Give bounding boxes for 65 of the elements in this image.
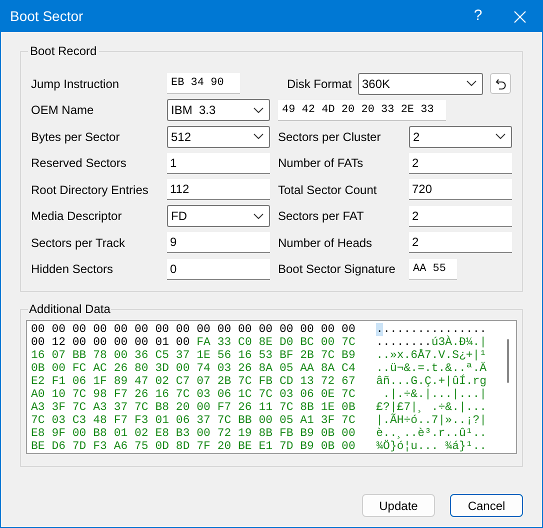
field-label: Sectors per Cluster — [278, 128, 382, 146]
dropdown[interactable]: FD — [167, 205, 270, 228]
field-label: Bytes per Sector — [31, 128, 121, 146]
hex-bytes: 00 00 00 00 00 00 00 00 00 00 00 00 00 00 00 00 — [31, 323, 356, 336]
ascii-text: ..»x.6Å7.V.S¿+|¹ — [376, 349, 488, 362]
field-label: Sectors per Track — [31, 234, 126, 252]
ascii-text: âñ...G.Ç.+|ûÍ.rg — [376, 375, 488, 388]
field-label: Total Sector Count — [278, 182, 378, 199]
field-label: Hidden Sectors — [31, 261, 114, 278]
chevron-down-icon — [253, 133, 264, 140]
input-field[interactable]: AA 55 — [409, 258, 457, 280]
field-label: Reserved Sectors — [31, 155, 128, 172]
ascii-text: £?|£7|¸ .÷&.|... — [376, 401, 488, 414]
hex-bytes: 16 07 BB 78 00 36 C5 37 1E 56 16 53 BF 2B 7C B9 — [31, 349, 356, 362]
hex-bytes: 00 12 00 00 00 00 01 00 FA 33 C0 8E D0 BC 00 7C — [31, 336, 356, 349]
help-button[interactable]: ? — [458, 1, 498, 32]
input-field[interactable]: 9 — [167, 232, 270, 254]
dropdown[interactable]: 360K — [358, 72, 483, 95]
field-label: Media Descriptor — [31, 208, 123, 226]
dialog-button[interactable]: Cancel — [450, 494, 523, 517]
hex-bytes: 0B 00 FC AC 26 80 3D 00 74 03 26 8A 05 AA 8A C4 — [31, 362, 356, 375]
field-label: Number of FATs — [278, 155, 364, 172]
input-field[interactable]: 49 42 4D 20 20 33 2E 33 — [278, 100, 446, 121]
input-field[interactable]: 2 — [409, 206, 512, 227]
field-label: Jump Instruction — [31, 76, 120, 93]
input-field[interactable]: 2 — [409, 232, 512, 254]
field-label: OEM Name — [31, 102, 95, 120]
dropdown[interactable]: 2 — [409, 126, 512, 148]
hex-bytes: E2 F1 06 1F 89 47 02 C7 07 2B 7C FB CD 13 72 67 — [31, 375, 356, 388]
hex-bytes: A0 10 7C 98 F7 26 16 7C 03 06 1C 7C 03 06 0E 7C — [31, 388, 356, 401]
field-label: Number of Heads — [278, 234, 374, 252]
input-field[interactable]: 2 — [409, 152, 512, 174]
chevron-down-icon — [495, 133, 506, 140]
ascii-text: .|.÷&.|...|...| — [382, 388, 488, 401]
chevron-down-icon — [466, 80, 477, 88]
dropdown[interactable]: IBM 3.3 — [167, 99, 270, 122]
ascii-text: |.ÃH÷ó..7|»..¡?| — [376, 414, 488, 427]
input-field[interactable]: EB 34 90 — [167, 73, 240, 94]
hex-bytes: A3 3F 7C A3 37 7C B8 20 00 F7 26 11 7C 8B 1E 0B — [31, 401, 356, 414]
chevron-down-icon — [253, 212, 264, 220]
dropdown[interactable]: 512 — [167, 126, 270, 148]
ascii-text: ................ — [376, 323, 488, 336]
field-label: Sectors per FAT — [278, 208, 365, 226]
window-title: Boot Sector — [10, 7, 84, 26]
reset-button[interactable] — [490, 73, 511, 94]
scrollbar-thumb[interactable] — [507, 339, 510, 383]
field-label: Disk Format — [286, 76, 353, 93]
ascii-text: ........ú3À.Ð¼.| — [376, 336, 488, 349]
input-field[interactable]: 0 — [167, 258, 270, 280]
hex-bytes: E8 9F 00 B8 01 02 E8 B3 00 72 19 8B FB B9 0B 00 — [31, 427, 356, 440]
ascii-text: ..ü¬&.=.t.&..ª.Ä — [376, 362, 488, 375]
hex-bytes: 7C 03 C3 48 F7 F3 01 06 37 7C BB 00 05 A1 3F 7C — [31, 414, 356, 427]
field-label: Root Directory Entries — [31, 182, 150, 199]
input-field[interactable]: 1 — [167, 152, 270, 174]
hex-view[interactable] — [26, 320, 517, 454]
input-field[interactable]: 112 — [167, 179, 270, 200]
input-field[interactable]: 720 — [409, 179, 512, 200]
close-icon — [514, 10, 526, 22]
dialog-button[interactable]: Update — [362, 494, 435, 517]
chevron-down-icon — [253, 106, 264, 114]
ascii-text: è..¸..è³.r..û¹.. — [376, 427, 488, 440]
undo-icon — [494, 78, 506, 90]
hex-bytes: BE D6 7D F3 A6 75 0D 8D 7F 20 BE E1 7D B9 0B 00 — [31, 440, 356, 453]
ascii-text: ¾Ö}ó¦u... ¾á}¹.. — [376, 440, 488, 453]
field-label: Boot Sector Signature — [278, 261, 396, 278]
